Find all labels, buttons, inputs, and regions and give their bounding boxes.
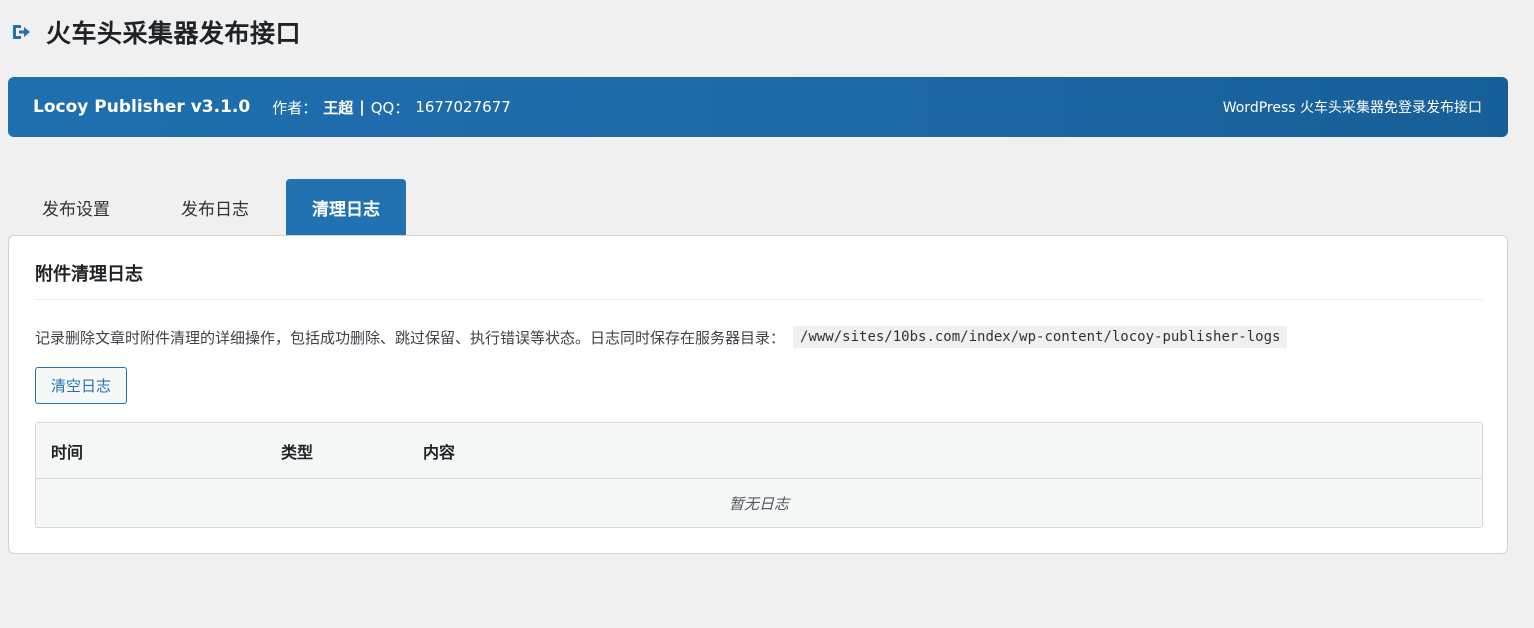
clear-log-button[interactable]: 清空日志 bbox=[35, 367, 127, 404]
author-info: 作者： 王超 | QQ： 1677027677 bbox=[272, 97, 511, 118]
exit-arrow-icon bbox=[10, 21, 32, 43]
log-table: 时间 类型 内容 暂无日志 bbox=[35, 422, 1483, 528]
tab-bar: 发布设置 发布日志 清理日志 bbox=[8, 179, 406, 235]
panel-heading: 附件清理日志 bbox=[35, 264, 143, 285]
cleanup-log-panel: 附件清理日志 记录删除文章时附件清理的详细操作，包括成功删除、跳过保留、执行错误… bbox=[8, 235, 1508, 554]
table-header: 时间 类型 内容 bbox=[36, 423, 1482, 479]
column-time: 时间 bbox=[51, 443, 84, 462]
log-path: /www/sites/10bs.com/index/wp-content/loc… bbox=[793, 326, 1288, 348]
qq-value: 1677027677 bbox=[415, 98, 511, 116]
plugin-banner: Locoy Publisher v3.1.0 作者： 王超 | QQ： 1677… bbox=[8, 77, 1508, 137]
panel-description: 记录删除文章时附件清理的详细操作，包括成功删除、跳过保留、执行错误等状态。日志同… bbox=[35, 324, 1288, 350]
author-label: 作者： bbox=[272, 98, 318, 117]
divider bbox=[35, 299, 1483, 300]
page-header: 火车头采集器发布接口 bbox=[10, 12, 301, 52]
qq-label: QQ： bbox=[370, 98, 410, 117]
tab-publish-log[interactable]: 发布日志 bbox=[144, 179, 286, 235]
product-name: Locoy Publisher v3.1.0 bbox=[33, 97, 251, 117]
author-separator: | bbox=[359, 98, 365, 116]
description-text: 记录删除文章时附件清理的详细操作，包括成功删除、跳过保留、执行错误等状态。日志同… bbox=[35, 328, 786, 347]
page-title: 火车头采集器发布接口 bbox=[46, 19, 302, 48]
author-name: 王超 bbox=[323, 98, 354, 117]
tab-cleanup-log[interactable]: 清理日志 bbox=[286, 179, 406, 235]
banner-left: Locoy Publisher v3.1.0 作者： 王超 | QQ： 1677… bbox=[33, 97, 511, 118]
column-content: 内容 bbox=[423, 443, 456, 462]
tab-publish-settings[interactable]: 发布设置 bbox=[8, 179, 144, 235]
column-type: 类型 bbox=[281, 443, 314, 462]
banner-tagline: WordPress 火车头采集器免登录发布接口 bbox=[1222, 100, 1482, 116]
empty-message: 暂无日志 bbox=[36, 479, 1482, 527]
